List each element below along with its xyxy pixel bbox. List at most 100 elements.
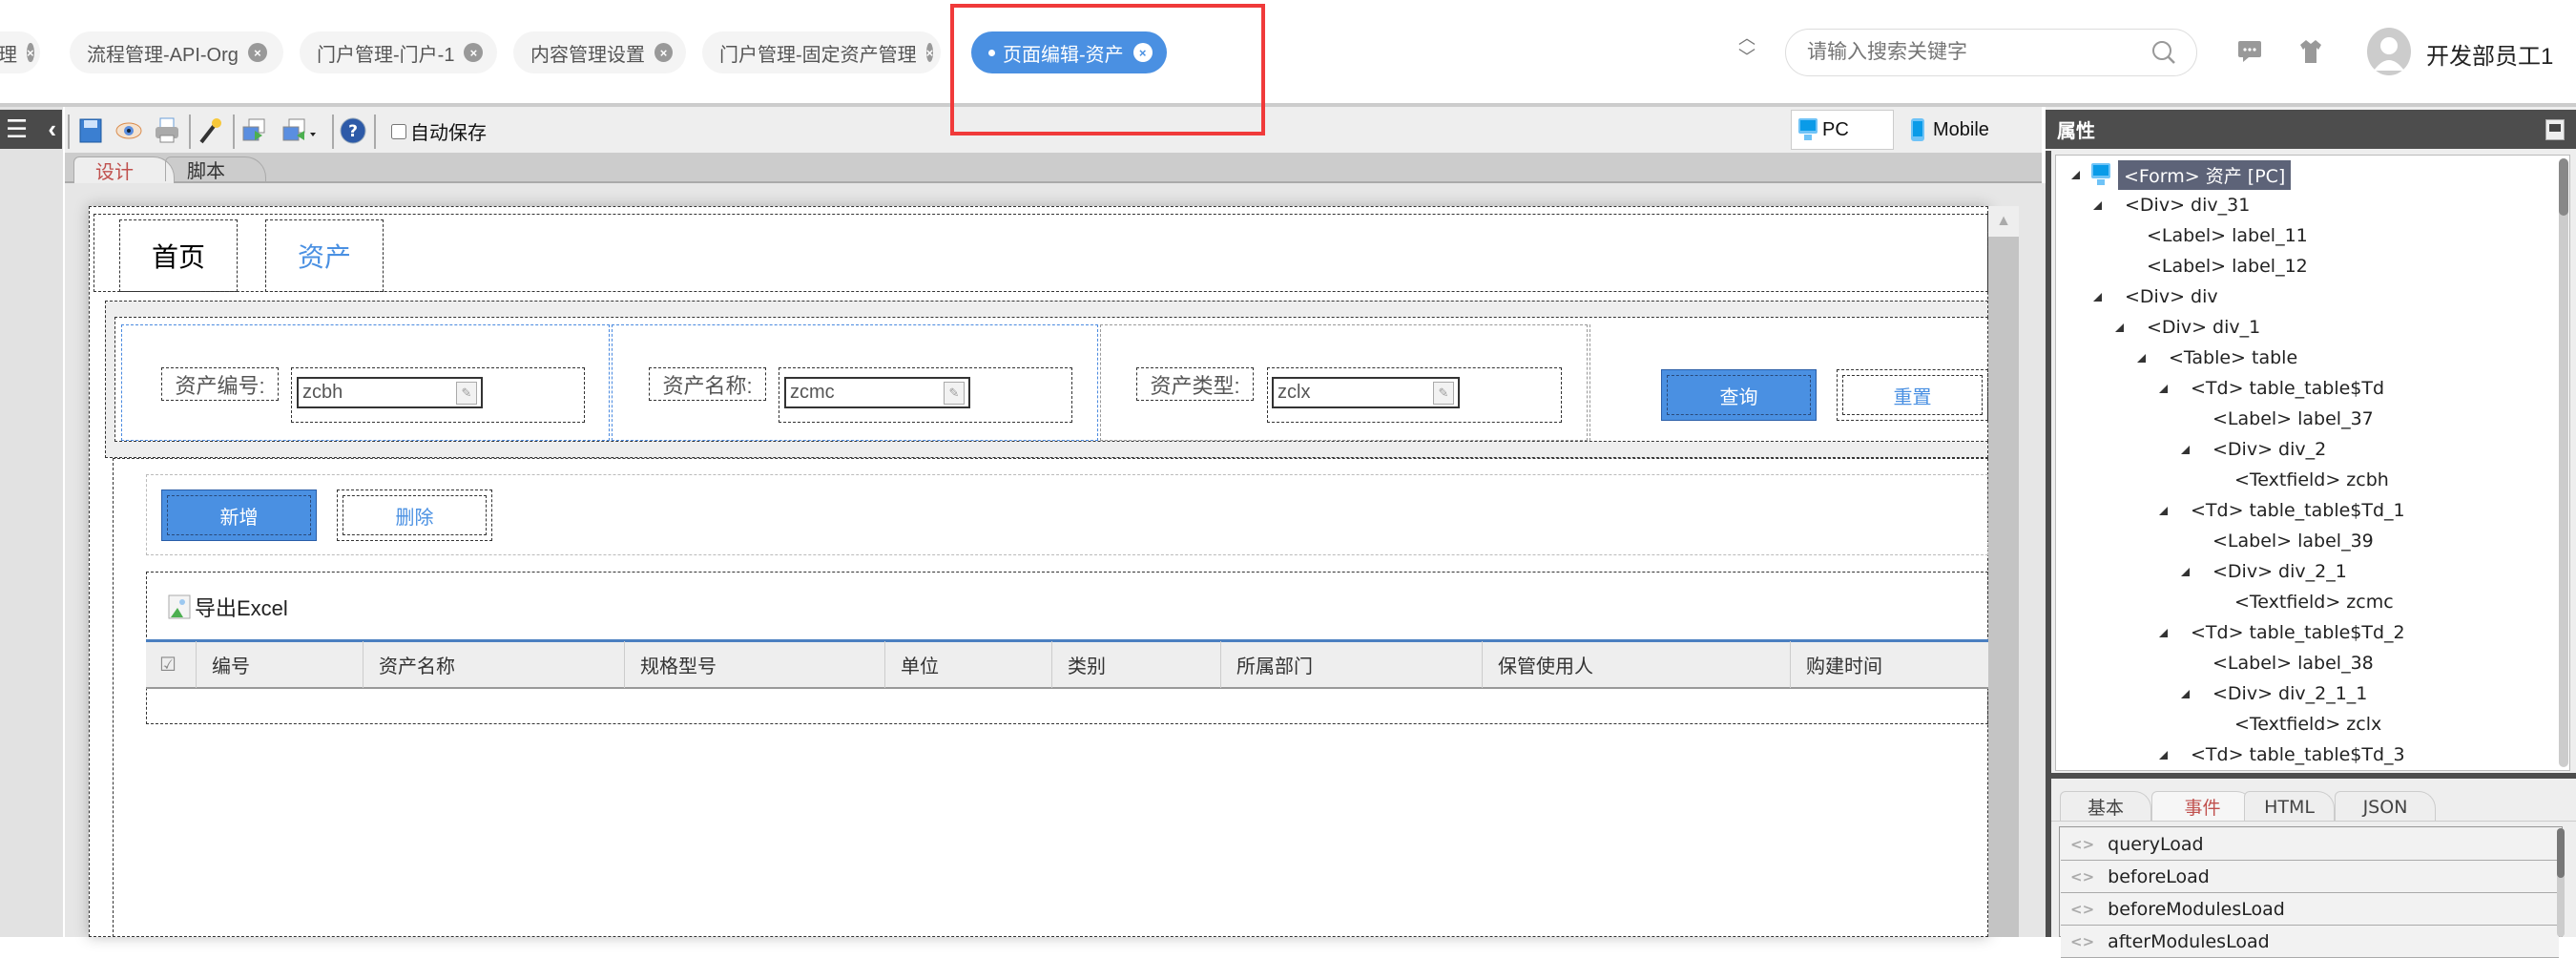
- autosave-checkbox[interactable]: 自动保存: [391, 117, 487, 145]
- shirt-icon[interactable]: [2299, 39, 2322, 64]
- autosave-check[interactable]: [391, 122, 406, 140]
- save-icon[interactable]: [76, 116, 105, 145]
- close-icon[interactable]: ×: [27, 43, 34, 62]
- expand-triangle-icon[interactable]: [2159, 384, 2168, 393]
- asset-type-input[interactable]: zclx ✎: [1272, 377, 1460, 408]
- preview-icon[interactable]: [114, 116, 143, 145]
- canvas-scrollbar[interactable]: ▲: [1988, 206, 2019, 937]
- export-icon[interactable]: [280, 116, 319, 145]
- event-scrollbar[interactable]: [2557, 828, 2565, 937]
- close-icon[interactable]: ×: [247, 43, 267, 62]
- tree-node[interactable]: <Td> table_table$Td_2: [2159, 617, 2405, 648]
- tab-basic[interactable]: 基本: [2060, 791, 2151, 822]
- nav-item-home[interactable]: 首页: [119, 219, 238, 292]
- tree-node[interactable]: <Label> label_12: [2115, 251, 2308, 281]
- tab-portal-1[interactable]: 门户管理-门户-1 ×: [300, 31, 497, 73]
- tree-node[interactable]: <Div> div_1: [2115, 312, 2260, 343]
- edit-icon[interactable]: ✎: [1433, 382, 1454, 405]
- scroll-up-arrow-icon[interactable]: ▲: [1988, 206, 2019, 237]
- expand-triangle-icon[interactable]: [2093, 200, 2102, 210]
- minimize-icon[interactable]: [2545, 119, 2565, 140]
- tab-script[interactable]: 脚本: [165, 156, 266, 182]
- message-icon[interactable]: [2237, 40, 2262, 63]
- view-mobile-button[interactable]: Mobile: [1906, 110, 2030, 150]
- column-header[interactable]: 保管使用人: [1483, 641, 1791, 688]
- nav-item-asset[interactable]: 资产: [265, 219, 384, 292]
- expand-triangle-icon[interactable]: [2137, 353, 2146, 363]
- tree-node[interactable]: <Textfield> zclx: [2203, 709, 2381, 739]
- tree-scrollbar[interactable]: [2559, 158, 2568, 767]
- expand-triangle-icon[interactable]: [2181, 689, 2190, 698]
- wand-icon[interactable]: [197, 116, 225, 145]
- event-item[interactable]: <> beforeLoad: [2061, 861, 2559, 893]
- asset-no-input[interactable]: zcbh ✎: [297, 377, 483, 408]
- expand-triangle-icon[interactable]: [2093, 292, 2102, 302]
- expand-triangle-icon[interactable]: [2071, 170, 2080, 179]
- event-item[interactable]: <> queryLoad: [2061, 828, 2559, 861]
- tree-node[interactable]: <Label> label_39: [2181, 526, 2374, 556]
- export-excel-button[interactable]: 导出Excel: [168, 592, 288, 622]
- tree-node[interactable]: <Form> 资产 [PC]: [2071, 159, 2292, 190]
- query-button[interactable]: 查询: [1661, 369, 1817, 421]
- tree-node[interactable]: <Label> label_37: [2181, 404, 2374, 434]
- tree-node[interactable]: <Div> div_2_1: [2181, 556, 2347, 587]
- tab-fixed-assets[interactable]: 门户管理-固定资产管理 ×: [702, 31, 941, 73]
- help-icon[interactable]: ?: [339, 116, 367, 145]
- tree-node[interactable]: <Label> label_11: [2115, 220, 2308, 251]
- asset-name-input[interactable]: zcmc ✎: [784, 377, 970, 408]
- user-name[interactable]: 开发部员工1: [2426, 37, 2553, 71]
- column-header[interactable]: 资产名称: [364, 641, 625, 688]
- column-header[interactable]: 所属部门: [1221, 641, 1483, 688]
- event-item[interactable]: <> beforeModulesLoad: [2061, 893, 2559, 926]
- tree-node[interactable]: <Div> div: [2093, 281, 2218, 312]
- edit-icon[interactable]: ✎: [456, 382, 477, 405]
- tree-node[interactable]: <Div> div_31: [2093, 190, 2250, 220]
- print-icon[interactable]: [153, 116, 181, 145]
- import-icon[interactable]: [240, 116, 269, 145]
- tree-node[interactable]: <Textfield> zcbh: [2203, 465, 2389, 495]
- tree-node[interactable]: <Td> table_table$Td_3: [2159, 739, 2405, 770]
- avatar[interactable]: [2366, 27, 2412, 76]
- tree-node[interactable]: <Table> table: [2137, 343, 2297, 373]
- panel-splitter[interactable]: [2051, 773, 2576, 779]
- expand-triangle-icon[interactable]: [2115, 323, 2124, 332]
- tree-node[interactable]: <Div> div_2_1_1: [2181, 678, 2367, 709]
- search-input[interactable]: [1807, 41, 2131, 64]
- expand-triangle-icon[interactable]: [2181, 567, 2190, 576]
- tab-partial[interactable]: 理 ×: [0, 31, 40, 73]
- column-header[interactable]: 单位: [885, 641, 1052, 688]
- expand-triangle-icon[interactable]: [2159, 628, 2168, 637]
- tab-html[interactable]: HTML: [2244, 791, 2335, 822]
- edit-icon[interactable]: ✎: [944, 382, 965, 405]
- column-header[interactable]: 规格型号: [625, 641, 885, 688]
- column-header[interactable]: 类别: [1052, 641, 1221, 688]
- tree-node[interactable]: <Td> table_table$Td: [2159, 373, 2384, 404]
- tab-scroll-arrows[interactable]: ︿ ﹀: [1736, 29, 1757, 71]
- tab-events[interactable]: 事件: [2151, 791, 2254, 822]
- tab-design[interactable]: 设计: [73, 156, 175, 183]
- view-pc-button[interactable]: PC: [1791, 110, 1894, 150]
- expand-triangle-icon[interactable]: [2159, 750, 2168, 760]
- tree-node[interactable]: <Label> label_38: [2181, 648, 2374, 678]
- event-item[interactable]: <> afterModulesLoad: [2061, 926, 2559, 958]
- search-box[interactable]: [1785, 29, 2197, 76]
- tree-node[interactable]: <Div> div_2: [2181, 434, 2326, 465]
- delete-button[interactable]: 删除: [337, 489, 492, 541]
- select-all-checkbox[interactable]: ☑: [146, 641, 197, 688]
- close-icon[interactable]: ×: [464, 43, 484, 62]
- tab-content-settings[interactable]: 内容管理设置 ×: [513, 31, 686, 73]
- column-header[interactable]: 购建时间: [1791, 641, 1988, 688]
- tree-node[interactable]: <Textfield> zcmc: [2203, 587, 2394, 617]
- add-button[interactable]: 新增: [161, 489, 317, 541]
- close-icon[interactable]: ×: [654, 43, 673, 62]
- search-icon[interactable]: [2150, 39, 2177, 66]
- reset-button[interactable]: 重置: [1837, 369, 1988, 421]
- close-icon[interactable]: ×: [925, 43, 934, 62]
- sidebar-toggle-button[interactable]: ☰ ‹: [0, 110, 62, 149]
- tab-json[interactable]: JSON: [2335, 791, 2436, 822]
- expand-triangle-icon[interactable]: [2181, 445, 2190, 454]
- column-header[interactable]: 编号: [197, 641, 364, 688]
- expand-triangle-icon[interactable]: [2159, 506, 2168, 515]
- tab-process-api-org[interactable]: 流程管理-API-Org ×: [70, 31, 283, 73]
- tree-node[interactable]: <Td> table_table$Td_1: [2159, 495, 2405, 526]
